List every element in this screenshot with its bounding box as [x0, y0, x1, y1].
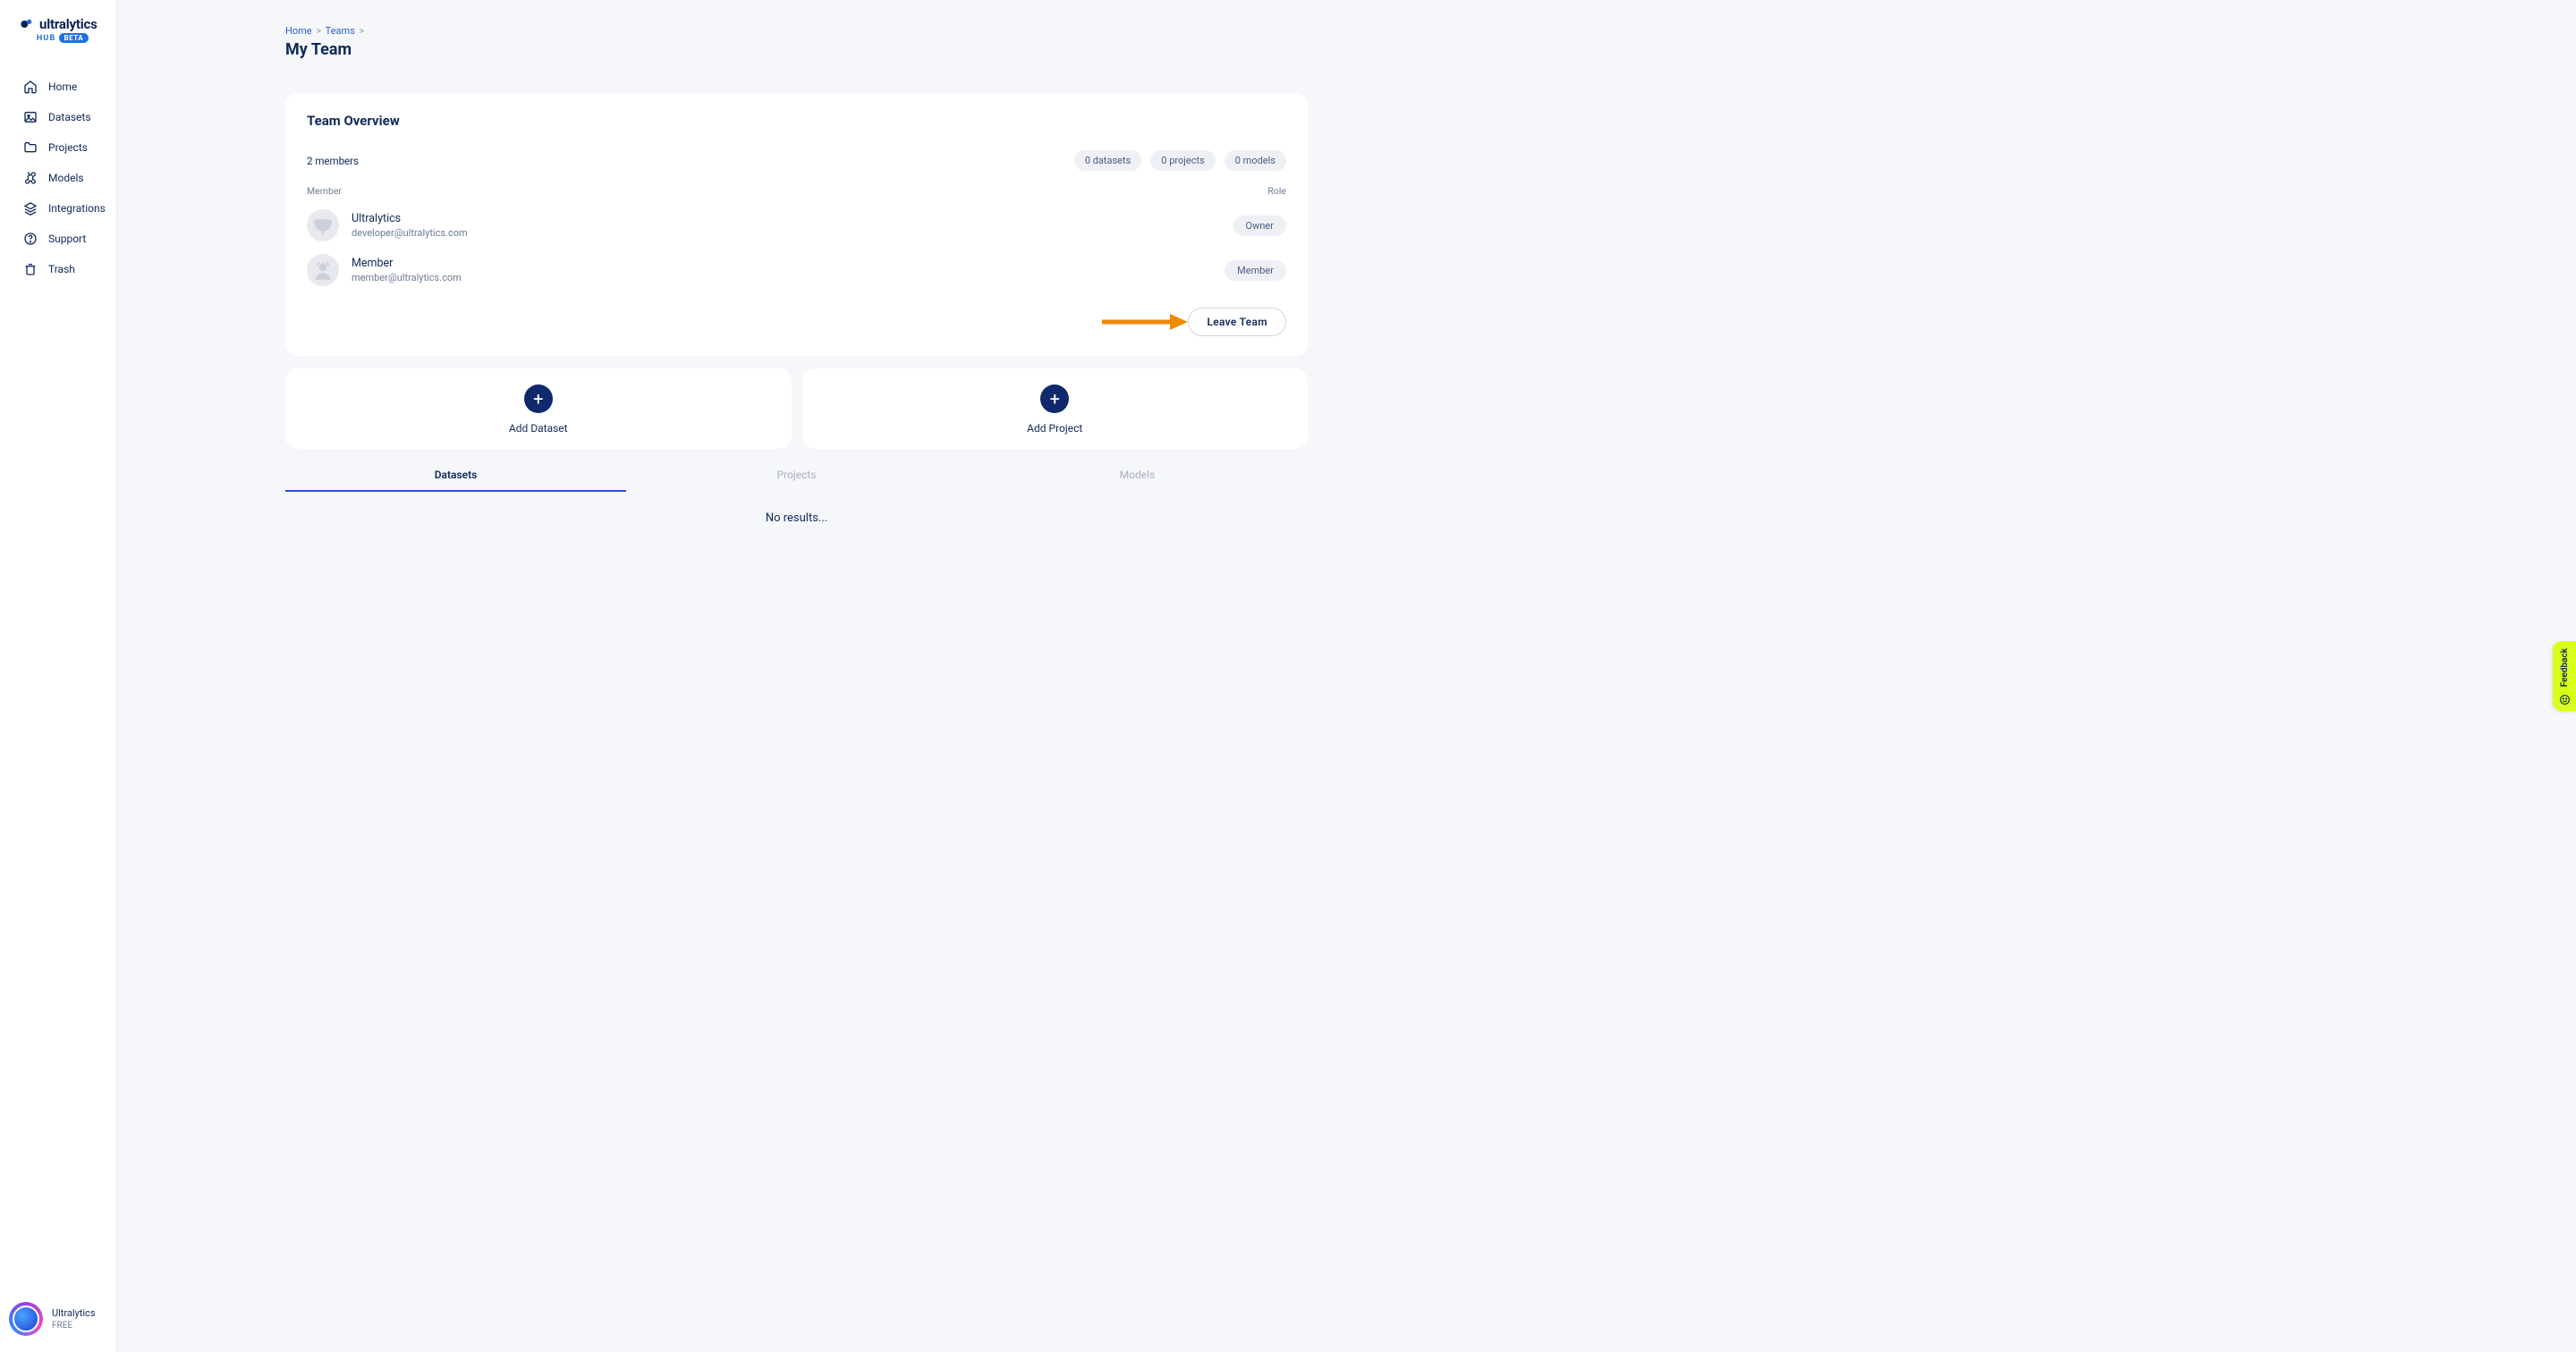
member-count: 2 members: [307, 155, 359, 167]
col-header-role: Role: [1267, 185, 1286, 197]
role-badge: Owner: [1233, 215, 1286, 236]
command-icon: [23, 171, 38, 185]
user-avatar: [9, 1302, 43, 1336]
member-email: developer@ultralytics.com: [352, 227, 468, 239]
tab-models[interactable]: Models: [967, 458, 1308, 492]
plus-icon: +: [524, 384, 553, 413]
sidebar-item-datasets[interactable]: Datasets: [0, 102, 116, 132]
help-icon: [23, 232, 38, 246]
home-icon: [23, 80, 38, 94]
add-dataset-tile[interactable]: + Add Dataset: [285, 368, 792, 449]
sidebar-item-label: Projects: [48, 141, 88, 154]
user-footer[interactable]: Ultralytics FREE: [0, 1289, 116, 1352]
stat-datasets: 0 datasets: [1074, 150, 1141, 171]
member-row: Ultralytics developer@ultralytics.com Ow…: [307, 209, 1286, 241]
member-email: member@ultralytics.com: [352, 272, 462, 283]
sidebar: ultralytics HUBBETA Home Datasets Projec…: [0, 0, 117, 1352]
card-title: Team Overview: [307, 113, 1286, 129]
breadcrumb: Home > Teams >: [285, 25, 1308, 37]
breadcrumb-teams[interactable]: Teams: [326, 25, 355, 37]
add-tiles: + Add Dataset + Add Project: [285, 368, 1308, 449]
chevron-right-icon: >: [316, 25, 321, 37]
plus-icon: +: [1040, 384, 1069, 413]
annotation-arrow: [1102, 314, 1188, 330]
stat-projects: 0 projects: [1150, 150, 1215, 171]
brand-logo[interactable]: ultralytics HUBBETA: [0, 0, 116, 50]
smile-icon: [2559, 692, 2571, 704]
logo-icon: [20, 17, 34, 31]
sidebar-item-label: Models: [48, 172, 84, 184]
sidebar-item-trash[interactable]: Trash: [0, 254, 116, 284]
folder-icon: [23, 140, 38, 155]
sidebar-item-home[interactable]: Home: [0, 72, 116, 102]
sidebar-item-label: Support: [48, 232, 86, 245]
layers-icon: [23, 201, 38, 215]
member-row: Member member@ultralytics.com Member: [307, 254, 1286, 286]
sidebar-item-models[interactable]: Models: [0, 163, 116, 193]
sidebar-item-label: Trash: [48, 263, 75, 275]
brand-hub-label: HUB: [37, 34, 56, 43]
sidebar-item-label: Datasets: [48, 111, 91, 123]
member-avatar: [307, 254, 339, 286]
member-name: Member: [352, 257, 462, 270]
col-header-member: Member: [307, 185, 342, 197]
content-tabs: Datasets Projects Models: [285, 458, 1308, 492]
team-stats: 0 datasets 0 projects 0 models: [1074, 150, 1286, 171]
empty-results-message: No results...: [285, 511, 1308, 525]
user-name: Ultralytics: [52, 1307, 96, 1319]
user-plan: FREE: [52, 1321, 96, 1331]
feedback-label: Feedback: [2560, 648, 2570, 687]
tab-projects[interactable]: Projects: [626, 458, 967, 492]
sidebar-nav: Home Datasets Projects Models Integratio…: [0, 72, 116, 284]
role-badge: Member: [1224, 260, 1286, 281]
sidebar-item-label: Home: [48, 80, 77, 93]
sidebar-item-projects[interactable]: Projects: [0, 132, 116, 163]
member-avatar: [307, 209, 339, 241]
trash-icon: [23, 262, 38, 276]
brand-beta-badge: BETA: [59, 33, 89, 43]
tile-label: Add Dataset: [509, 422, 568, 435]
page-title: My Team: [285, 40, 1308, 59]
brand-name: ultralytics: [39, 16, 97, 32]
add-project-tile[interactable]: + Add Project: [802, 368, 1309, 449]
leave-team-button[interactable]: Leave Team: [1188, 308, 1286, 336]
sidebar-item-support[interactable]: Support: [0, 224, 116, 254]
team-overview-card: Team Overview 2 members 0 datasets 0 pro…: [285, 93, 1308, 356]
image-icon: [23, 110, 38, 124]
member-name: Ultralytics: [352, 212, 468, 225]
stat-models: 0 models: [1224, 150, 1286, 171]
tile-label: Add Project: [1027, 422, 1082, 435]
main-content: Home > Teams > My Team Team Overview 2 m…: [117, 0, 1352, 525]
feedback-tab[interactable]: Feedback: [2553, 641, 2576, 711]
tab-datasets[interactable]: Datasets: [285, 458, 626, 492]
breadcrumb-home[interactable]: Home: [285, 25, 312, 37]
sidebar-item-label: Integrations: [48, 202, 106, 215]
sidebar-item-integrations[interactable]: Integrations: [0, 193, 116, 224]
chevron-right-icon: >: [360, 25, 365, 37]
